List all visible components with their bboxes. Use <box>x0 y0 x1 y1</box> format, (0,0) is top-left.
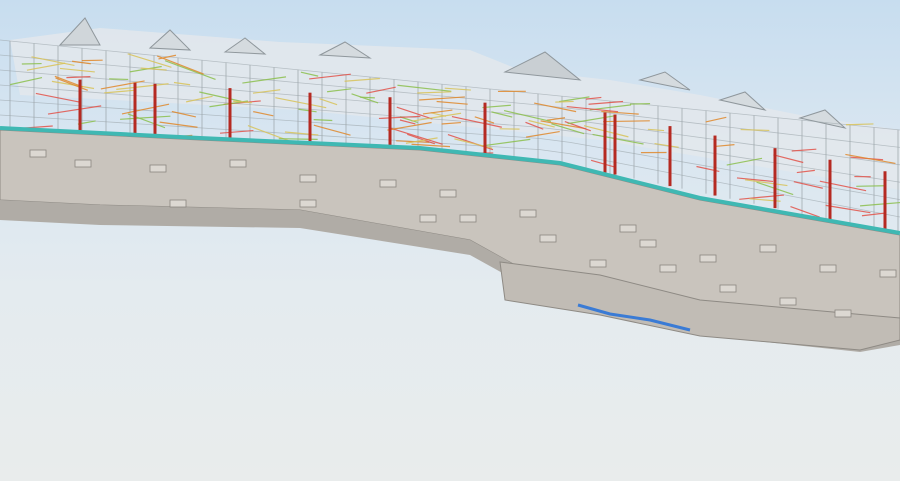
slab-equipment-block <box>379 179 397 188</box>
slab-equipment-block <box>539 234 557 243</box>
slab-equipment-block <box>299 199 317 208</box>
slab-equipment-block <box>299 174 317 183</box>
slab-equipment-block <box>459 214 477 223</box>
slab-equipment-block <box>879 269 897 278</box>
slab-equipment-block <box>759 244 777 253</box>
slab-equipment-block <box>779 297 797 306</box>
slab-equipment-block <box>149 164 167 173</box>
slab-equipment-block <box>229 159 247 168</box>
slab-equipment-block <box>169 199 187 208</box>
slab-equipment-block <box>819 264 837 273</box>
slab-equipment-block <box>439 189 457 198</box>
bim-model-scene[interactable] <box>0 0 900 481</box>
slab-equipment-block <box>699 254 717 263</box>
slab-equipment-block <box>74 159 92 168</box>
slab-equipment-block <box>719 284 737 293</box>
slab-equipment-block <box>659 264 677 273</box>
slab-equipment-block <box>619 224 637 233</box>
slab-equipment-block <box>519 209 537 218</box>
slab-equipment-block <box>834 309 852 318</box>
slab-equipment-block <box>29 149 47 158</box>
slab-equipment-block <box>589 259 607 268</box>
slab-equipment-block <box>639 239 657 248</box>
model-viewport[interactable] <box>0 0 900 481</box>
slab-equipment-block <box>419 214 437 223</box>
